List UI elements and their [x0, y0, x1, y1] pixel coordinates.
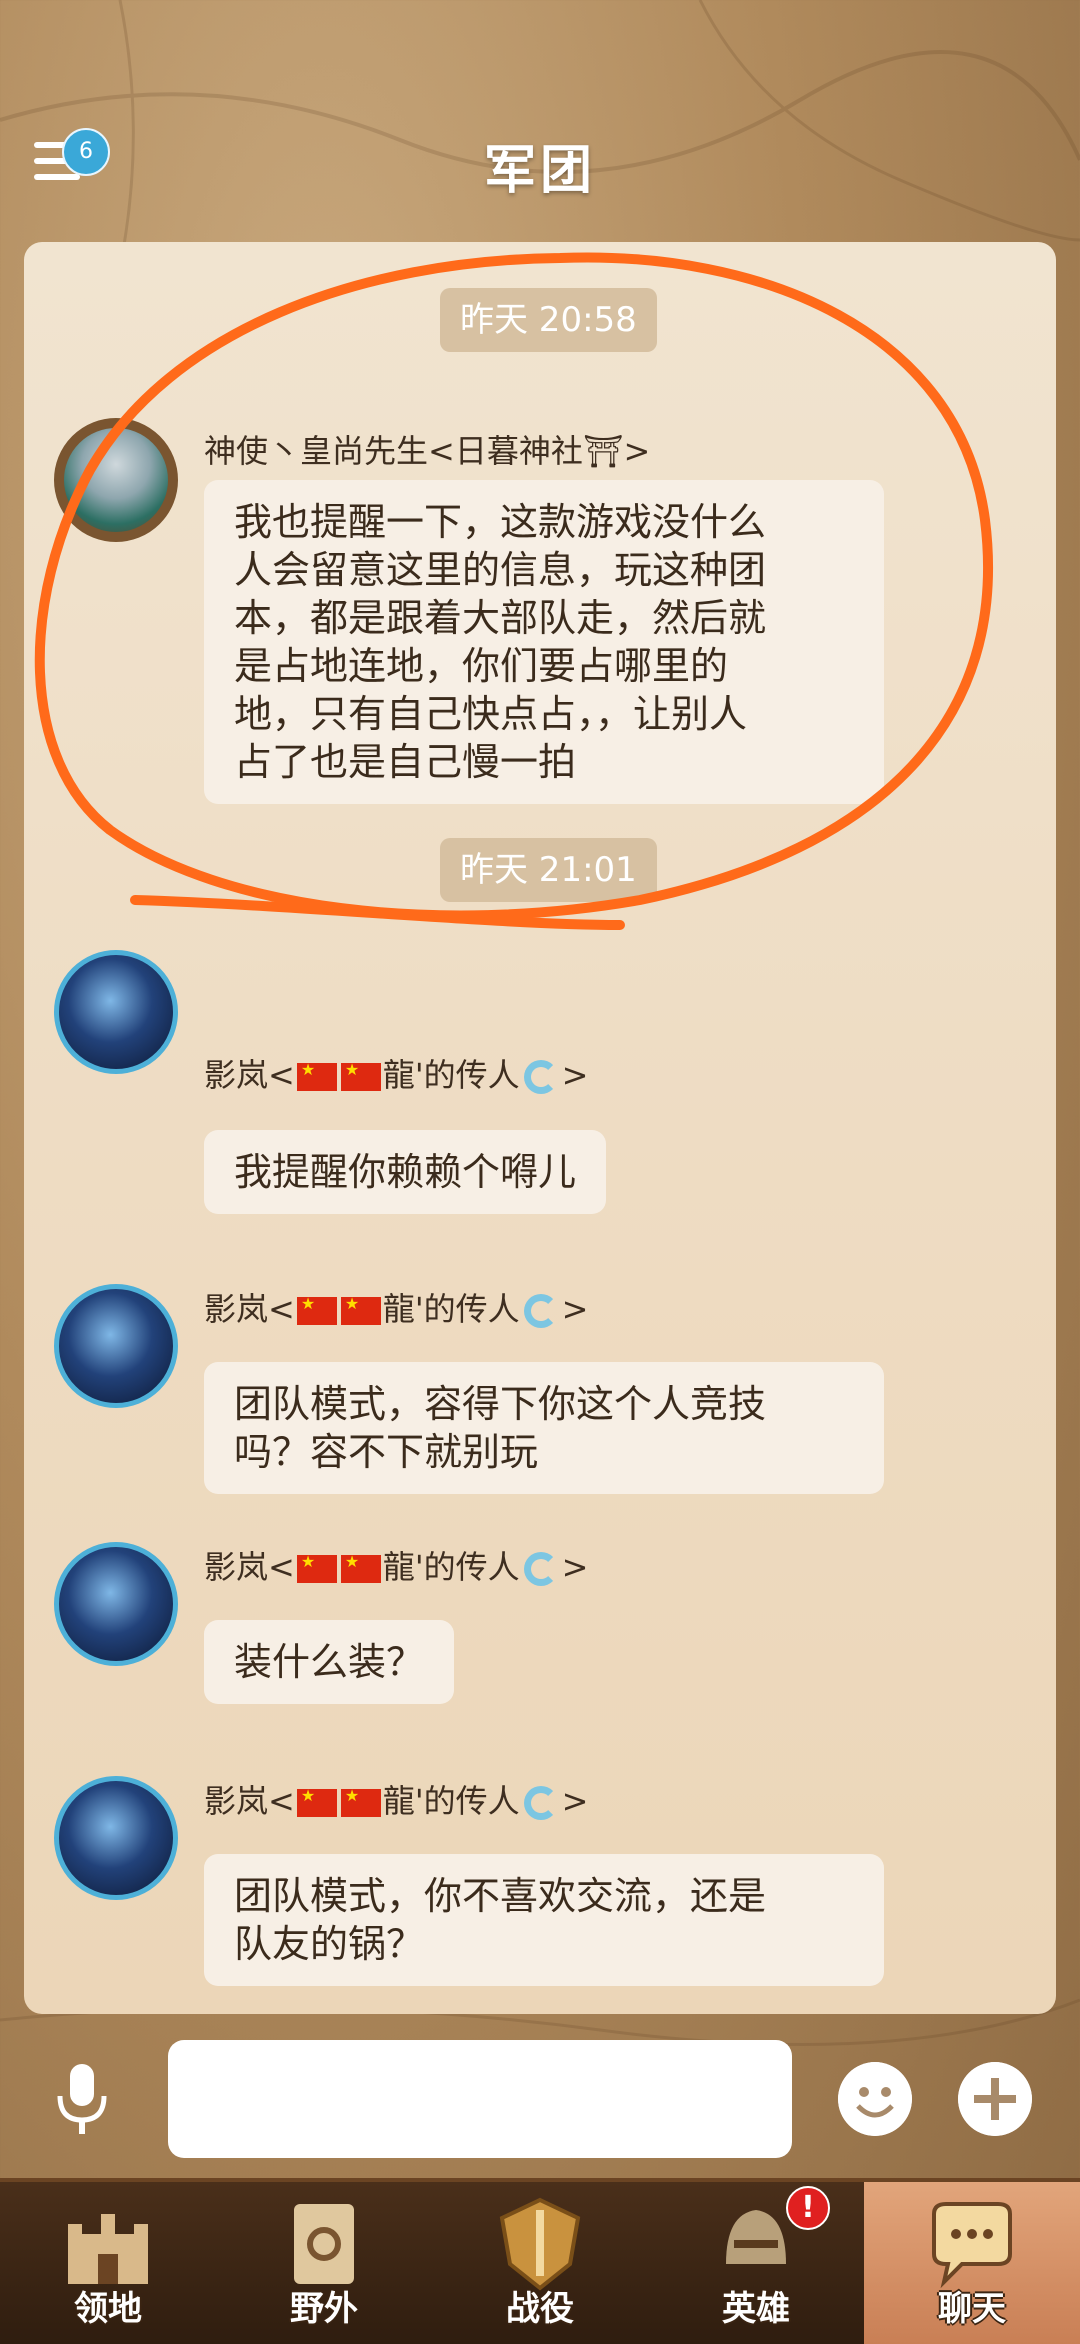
- china-flag-icon: [340, 1552, 381, 1583]
- castle-icon: [68, 2214, 148, 2284]
- plus-icon[interactable]: [958, 2062, 1032, 2136]
- sender-name: 影岚<龍'的传人>: [204, 1284, 588, 1330]
- sender-name: 神使丶皇尚先生<日暮神社⛩>: [204, 432, 651, 470]
- emoji-icon[interactable]: [838, 2062, 912, 2136]
- china-flag-icon: [340, 1786, 381, 1817]
- chat-bubble-icon: [932, 2202, 1012, 2289]
- message-bubble: 装什么装？: [204, 1620, 455, 1704]
- china-flag-icon: [296, 1060, 337, 1091]
- header: 6 军团: [0, 0, 1080, 240]
- nav-item-territory[interactable]: 领地: [0, 2182, 216, 2344]
- china-flag-icon: [340, 1294, 381, 1325]
- nav-item-campaign[interactable]: 战役: [432, 2182, 648, 2344]
- avatar[interactable]: [54, 1284, 178, 1408]
- message-bubble: 团队模式，你不喜欢交流，还是 队友的锅？: [204, 1854, 884, 1986]
- avatar[interactable]: [54, 1542, 178, 1666]
- timestamp: 昨天 21:01: [440, 838, 657, 902]
- chat-panel[interactable]: 昨天 20:58 神使丶皇尚先生<日暮神社⛩> 我也提醒一下，这款游戏没什么 人…: [24, 242, 1056, 2014]
- alert-badge: !: [786, 2186, 830, 2230]
- message-bubble: 我也提醒一下，这款游戏没什么 人会留意这里的信息，玩这种团 本，都是跟着大部队走…: [204, 480, 884, 804]
- bottom-nav: 领地 野外 战役 ! 英雄 聊天: [0, 2178, 1080, 2344]
- badge-c-icon: [523, 1060, 558, 1094]
- scroll-map-icon: [294, 2204, 354, 2284]
- china-flag-icon: [296, 1294, 337, 1325]
- avatar[interactable]: [54, 950, 178, 1074]
- microphone-icon[interactable]: [52, 2060, 112, 2140]
- timestamp: 昨天 20:58: [440, 288, 657, 352]
- sender-name: 影岚<龍'的传人>: [204, 1542, 588, 1588]
- nav-item-wilds[interactable]: 野外: [216, 2182, 432, 2344]
- nav-item-chat[interactable]: 聊天: [864, 2182, 1080, 2344]
- badge-c-icon: [523, 1294, 558, 1328]
- badge-c-icon: [523, 1552, 558, 1586]
- china-flag-icon: [296, 1552, 337, 1583]
- china-flag-icon: [296, 1786, 337, 1817]
- sender-name: 影岚<龍'的传人>: [204, 1050, 588, 1096]
- avatar[interactable]: [54, 1776, 178, 1900]
- message-bubble: 团队模式，容得下你这个人竞技 吗？容不下就别玩: [204, 1362, 884, 1494]
- message-bubble: 我提醒你赖赖个嘚儿: [204, 1130, 607, 1214]
- badge-c-icon: [523, 1786, 558, 1820]
- china-flag-icon: [340, 1060, 381, 1091]
- page-title: 军团: [483, 141, 596, 201]
- nav-item-heroes[interactable]: ! 英雄: [648, 2182, 864, 2344]
- sender-name: 影岚<龍'的传人>: [204, 1776, 588, 1822]
- message-input[interactable]: [168, 2040, 792, 2158]
- avatar[interactable]: [54, 418, 178, 542]
- sword-shield-icon: [499, 2197, 581, 2291]
